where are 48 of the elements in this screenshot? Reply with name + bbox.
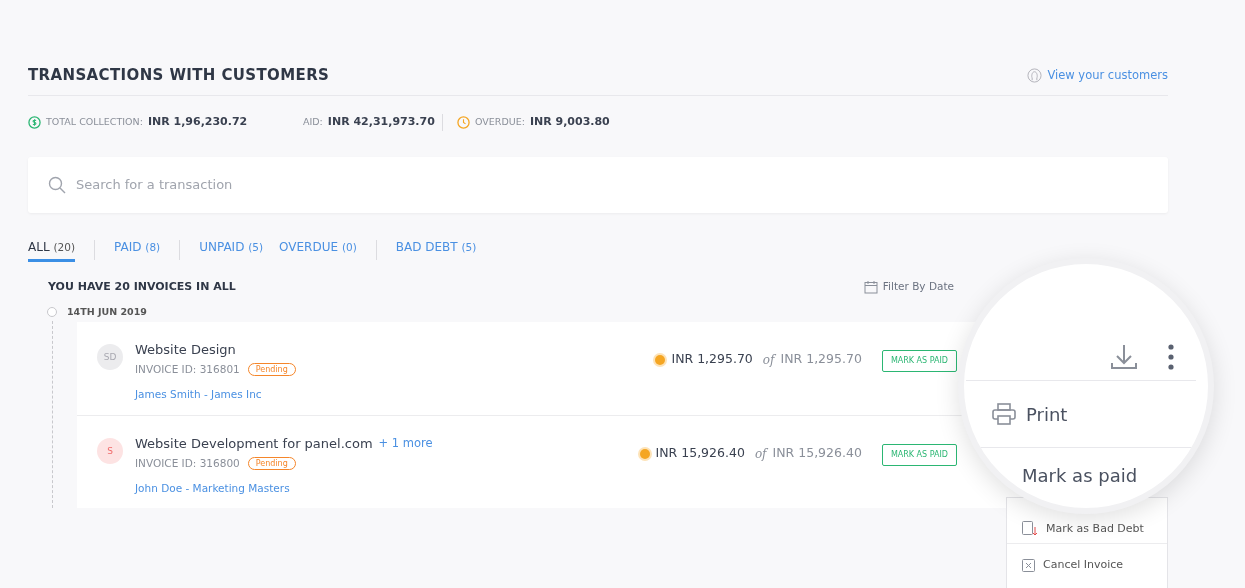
filter-tab[interactable]: ALL (20) <box>28 237 75 262</box>
stat-label: AID: <box>303 115 323 130</box>
amount-paid: INR 15,926.40 <box>655 444 745 463</box>
stat-value: INR 42,31,973.70 <box>327 114 435 131</box>
of-label: of <box>754 445 767 463</box>
mark-as-paid-button[interactable]: MARK AS PAID <box>881 350 957 373</box>
of-label: of <box>762 351 775 369</box>
avatar: S <box>97 438 123 465</box>
amount-paid: INR 1,295.70 <box>671 350 753 369</box>
stat-value: INR 9,003.80 <box>529 114 610 131</box>
mark-as-paid-button[interactable]: MARK AS PAID <box>881 444 957 467</box>
filter-tab[interactable]: BAD DEBT (5) <box>395 237 477 262</box>
amount-total: INR 15,926.40 <box>772 444 862 463</box>
invoice-count-heading: YOU HAVE 20 INVOICES IN ALL <box>48 278 236 295</box>
date-label: 14TH JUN 2019 <box>67 305 147 319</box>
menu-item[interactable]: Mark as paid <box>966 447 1196 493</box>
amount-total: INR 1,295.70 <box>780 350 862 369</box>
filter-by-date-button[interactable]: Filter By Date <box>863 278 954 295</box>
more-options-icon[interactable] <box>1168 344 1174 370</box>
filter-tab[interactable]: OVERDUE (0) <box>279 237 357 262</box>
stat-label: OVERDUE: <box>475 115 525 130</box>
search-input[interactable]: Search for a transaction <box>76 174 1148 195</box>
menu-item[interactable]: Cancel Invoice <box>1007 543 1167 587</box>
calendar-icon <box>863 279 878 294</box>
view-customers-link[interactable]: View your customers <box>1027 66 1168 84</box>
customer-link[interactable]: James Smith - James Inc <box>135 386 555 403</box>
avatar: SD <box>97 344 123 371</box>
dollar-icon <box>28 116 41 129</box>
more-link[interactable]: + 1 more <box>378 435 433 453</box>
search-field[interactable]: Search for a transaction <box>28 156 1168 213</box>
invoice-title: Website Development for panel.com <box>135 435 373 454</box>
clock-icon <box>457 116 470 129</box>
search-icon <box>48 175 66 194</box>
menu-item[interactable]: Print <box>966 381 1196 447</box>
invoice-id: INVOICE ID: 316801 <box>135 361 240 377</box>
menu-item[interactable]: Mark as Bad Debt <box>1007 519 1167 539</box>
download-icon <box>1110 343 1138 371</box>
stat-label: TOTAL COLLECTION: <box>46 115 143 130</box>
page-title: TRANSACTIONS WITH CUSTOMERS <box>28 65 330 86</box>
invoice-title: Website Design <box>135 341 236 360</box>
filter-tab[interactable]: UNPAID (5) <box>199 237 264 262</box>
invoice-id: INVOICE ID: 316800 <box>135 455 240 471</box>
filter-tab[interactable]: PAID (8) <box>114 237 161 262</box>
stat-value: INR 1,96,230.72 <box>147 114 248 131</box>
customer-link[interactable]: John Doe - Marketing Masters <box>135 480 555 497</box>
close-icon <box>1022 559 1035 572</box>
person-icon <box>1027 67 1043 83</box>
printer-icon <box>992 403 1016 425</box>
